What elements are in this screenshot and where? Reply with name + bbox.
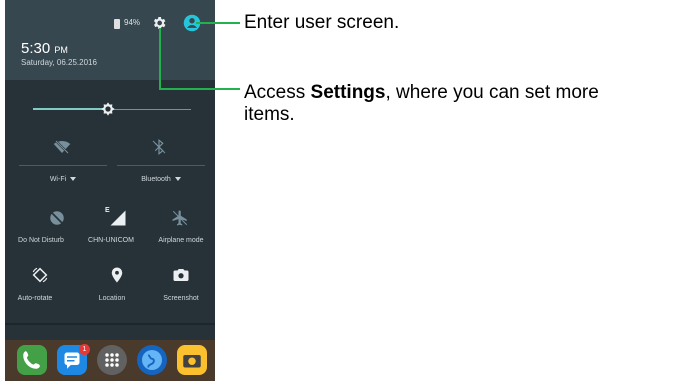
- tile-screenshot-label[interactable]: Screenshot: [151, 295, 211, 302]
- brightness-slider-thumb[interactable]: [100, 101, 116, 117]
- settings-callout-line-horizontal: [159, 88, 240, 90]
- do-not-disturb-icon[interactable]: [48, 209, 66, 227]
- date-text: Saturday, 06.25.2016: [21, 58, 97, 67]
- chevron-down-icon: [174, 177, 181, 182]
- camera-app-icon[interactable]: [177, 345, 207, 375]
- divider: [117, 165, 205, 166]
- battery-percent: 94%: [124, 18, 141, 27]
- shade-header: 94% 5:30 PM Saturday, 06.25.2016: [5, 0, 215, 80]
- settings-callout-text: Access Settings, where you can set more …: [244, 82, 599, 125]
- shade-bottom-edge[interactable]: [5, 323, 215, 325]
- user-callout-line: [196, 22, 240, 24]
- settings-callout-line-vertical: [159, 28, 161, 90]
- tile-dnd-label[interactable]: Do Not Disturb: [7, 237, 75, 244]
- brightness-slider-fill: [33, 108, 107, 110]
- notification-shade: 94% 5:30 PM Saturday, 06.25.2016 Wi-Fi B…: [5, 0, 215, 381]
- tile-autorotate-label[interactable]: Auto-rotate: [5, 295, 65, 302]
- browser-app-icon[interactable]: [137, 345, 167, 375]
- divider: [19, 165, 107, 166]
- battery-icon: [114, 19, 120, 29]
- app-dock: [5, 340, 215, 381]
- tile-location-label[interactable]: Location: [83, 295, 141, 302]
- tile-wifi-label[interactable]: Wi-Fi: [19, 176, 107, 183]
- tile-network-label[interactable]: CHN-UNICOM: [77, 237, 145, 244]
- camera-icon[interactable]: [172, 266, 190, 284]
- bluetooth-off-icon[interactable]: [150, 138, 168, 156]
- signal-icon[interactable]: [109, 209, 127, 227]
- location-pin-icon[interactable]: [108, 266, 126, 284]
- airplane-icon[interactable]: [171, 209, 189, 227]
- clock-ampm: PM: [54, 45, 68, 55]
- chevron-down-icon: [70, 177, 77, 182]
- clock-time: 5:30: [21, 40, 51, 57]
- phone-app-icon[interactable]: [17, 345, 47, 375]
- message-count-badge: 1: [79, 344, 90, 355]
- tile-airplane-label[interactable]: Airplane mode: [147, 237, 215, 244]
- user-callout-text: Enter user screen.: [244, 12, 400, 33]
- wifi-off-icon[interactable]: [53, 138, 71, 156]
- app-drawer-icon[interactable]: [97, 345, 127, 375]
- clock: 5:30 PM: [21, 40, 68, 57]
- settings-keyword: Settings: [310, 82, 386, 103]
- tile-bluetooth-label[interactable]: Bluetooth: [117, 176, 205, 183]
- auto-rotate-icon[interactable]: [31, 266, 49, 284]
